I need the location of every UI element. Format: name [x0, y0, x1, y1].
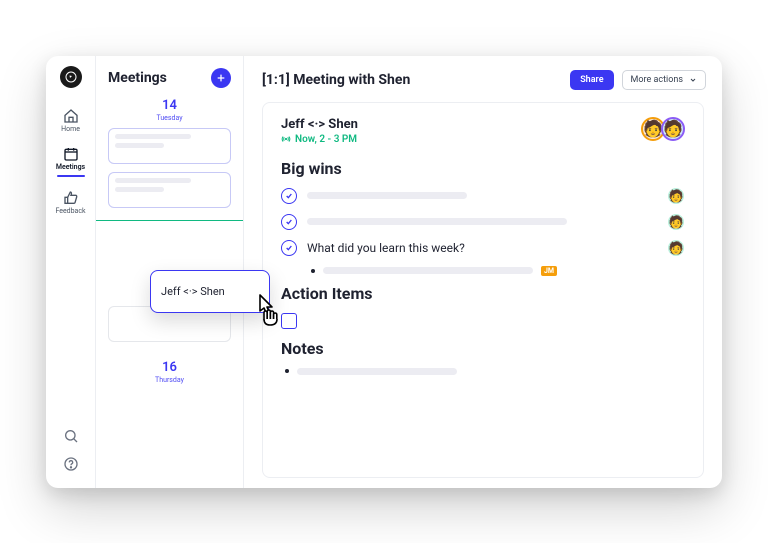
meeting-popover[interactable]: Jeff <·> Shen [150, 270, 270, 313]
check-circle-icon[interactable] [281, 188, 297, 204]
nav-home[interactable]: Home [46, 102, 95, 140]
home-icon [63, 108, 79, 124]
live-icon [281, 134, 291, 144]
section-action-title: Action Items [281, 284, 685, 303]
placeholder-line [115, 143, 164, 148]
card-header: Jeff <·> Shen Now, 2 - 3 PM 🧑 🧑 [281, 117, 685, 145]
check-circle-icon[interactable] [281, 240, 297, 256]
nav-active-underline [57, 175, 85, 177]
list-header: Meetings [96, 56, 243, 98]
nav-rail-bottom [63, 428, 79, 478]
assignee-avatar[interactable]: 🧑 [667, 239, 685, 257]
nav-rail: Home Meetings Feedback [46, 56, 96, 488]
more-actions-label: More actions [631, 75, 683, 85]
meeting-slot[interactable] [108, 172, 231, 208]
meeting-slot[interactable] [108, 128, 231, 164]
pointer-cursor-icon [254, 291, 288, 333]
participants-title: Jeff <·> Shen [281, 117, 358, 132]
placeholder-line [115, 187, 164, 192]
chevron-down-icon [689, 76, 697, 84]
meeting-card: Jeff <·> Shen Now, 2 - 3 PM 🧑 🧑 Big wins [262, 102, 704, 478]
app-logo [60, 66, 82, 88]
day-header-tuesday: 14 Tuesday [108, 98, 231, 122]
search-icon[interactable] [63, 428, 79, 444]
help-icon[interactable] [63, 456, 79, 472]
checklist-item[interactable]: 🧑 [281, 188, 685, 204]
placeholder-line [307, 192, 467, 199]
page-title: [1:1] Meeting with Shen [262, 72, 410, 88]
popover-label: Jeff <·> Shen [161, 285, 225, 298]
avatar[interactable]: 🧑 [661, 117, 685, 141]
placeholder-line [323, 267, 533, 274]
more-actions-button[interactable]: More actions [622, 70, 706, 90]
bullet-icon [311, 269, 315, 273]
assignee-avatar[interactable]: 🧑 [667, 187, 685, 205]
nav-meetings-label: Meetings [56, 164, 85, 171]
plus-icon [216, 73, 226, 83]
sub-bullet[interactable]: JM [281, 266, 685, 276]
day-num: 16 [108, 360, 231, 375]
share-button[interactable]: Share [570, 70, 613, 90]
note-bullet[interactable] [281, 368, 685, 375]
header-actions: Share More actions [570, 70, 706, 90]
placeholder-line [307, 218, 567, 225]
now-indicator-line [96, 220, 243, 221]
calendar-icon [63, 146, 79, 162]
main-header: [1:1] Meeting with Shen Share More actio… [244, 56, 722, 102]
placeholder-line [115, 134, 191, 139]
main-column: [1:1] Meeting with Shen Share More actio… [244, 56, 722, 488]
nav-meetings[interactable]: Meetings [46, 140, 95, 184]
checklist-item[interactable]: What did you learn this week? 🧑 [281, 240, 685, 256]
section-notes-title: Notes [281, 339, 685, 358]
nav-home-label: Home [61, 126, 80, 133]
section-bigwins-title: Big wins [281, 159, 685, 178]
compass-icon [65, 71, 77, 83]
nav-feedback-label: Feedback [55, 208, 85, 215]
app-window: Home Meetings Feedback Meetings [46, 56, 722, 488]
placeholder-line [115, 178, 191, 183]
checklist-item-text: What did you learn this week? [307, 241, 465, 255]
main-content: Jeff <·> Shen Now, 2 - 3 PM 🧑 🧑 Big wins [244, 102, 722, 488]
user-tag: JM [541, 266, 557, 276]
timing-text: Now, 2 - 3 PM [295, 134, 357, 145]
participant-avatars: 🧑 🧑 [645, 117, 685, 141]
day-num: 14 [108, 98, 231, 113]
checklist-item[interactable]: 🧑 [281, 214, 685, 230]
day-name: Thursday [108, 376, 231, 384]
day-name: Tuesday [108, 114, 231, 122]
assignee-avatar[interactable]: 🧑 [667, 213, 685, 231]
bullet-icon [285, 369, 289, 373]
checklist-item[interactable] [281, 313, 685, 329]
day-header-thursday: 16 Thursday [108, 360, 231, 384]
thumbs-up-icon [63, 190, 79, 206]
meeting-timing: Now, 2 - 3 PM [281, 134, 358, 145]
list-title: Meetings [108, 70, 167, 86]
nav-feedback[interactable]: Feedback [46, 184, 95, 222]
placeholder-line [297, 368, 457, 375]
add-meeting-button[interactable] [211, 68, 231, 88]
check-circle-icon[interactable] [281, 214, 297, 230]
